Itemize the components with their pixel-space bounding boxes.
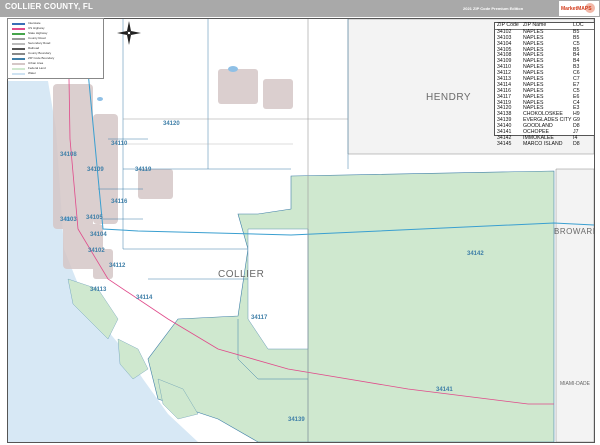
us-highway-line-icon <box>12 28 25 30</box>
legend-item-label: County Boundary <box>28 51 52 55</box>
hendry-county-label: HENDRY <box>426 92 472 103</box>
legend-item: Water <box>10 71 100 76</box>
zip-code-cell: 34145 <box>497 140 512 147</box>
legend-item: Urban Area <box>10 61 100 66</box>
legend-item: Railroad <box>10 46 100 51</box>
legend-item: County Road <box>10 36 100 41</box>
zip-label: 34114 <box>136 295 153 301</box>
zip-label: 34110 <box>111 141 128 147</box>
county-road-line-icon <box>12 38 25 40</box>
interstate-line-icon <box>12 23 25 25</box>
legend-item: Interstate <box>10 21 100 26</box>
zip-label: 34108 <box>60 152 77 158</box>
legend-item: ZIP Code Boundary <box>10 56 100 61</box>
zip-label: 34112 <box>109 263 126 269</box>
legend-item-label: ZIP Code Boundary <box>28 56 55 60</box>
legend-item: US Highway <box>10 26 100 31</box>
compass-rose-icon <box>117 21 141 45</box>
edition-label: 2021 ZIP Code Premium Edition <box>463 6 524 11</box>
broward-county-label: BROWARD <box>554 227 595 236</box>
brand-name: MarketMAPS <box>561 6 592 12</box>
legend-item: Secondary Road <box>10 41 100 46</box>
zip-label: 34141 <box>436 387 453 393</box>
zip-label: 34105 <box>86 215 103 221</box>
legend-item-label: Federal Land <box>28 66 46 70</box>
broward-county-area <box>555 168 594 442</box>
federal-land-swatch-icon <box>12 68 25 70</box>
miami-dade-county-label: MIAMI-DADE <box>560 381 590 387</box>
loc-column-header: LOC <box>573 22 584 28</box>
secondary-road-line-icon <box>12 43 25 45</box>
brand-logo: MarketMAPS <box>559 1 599 16</box>
legend-item-label: County Road <box>28 36 46 40</box>
legend-item: State Highway <box>10 31 100 36</box>
zip-table-row: 34145 MARCO ISLAND D8 <box>495 140 594 148</box>
county-boundary-line-icon <box>12 53 25 55</box>
legend-item-label: Railroad <box>28 46 40 50</box>
zip-boundary-line-icon <box>12 58 25 60</box>
legend-item-label: Water <box>28 71 36 75</box>
zip-name-cell: MARCO ISLAND <box>523 140 563 147</box>
zip-column-header: ZIP Code <box>497 22 519 28</box>
federal-land-area <box>147 170 555 442</box>
zip-label: 34109 <box>87 167 104 173</box>
name-column-header: ZIP Name <box>523 22 547 28</box>
legend-item-label: State Highway <box>28 31 48 35</box>
zip-label: 34102 <box>88 248 105 254</box>
zip-code-table: ZIP Code ZIP Name LOC 34102 NAPLES B5 34103… <box>494 22 595 147</box>
zip-label: 34119 <box>135 167 152 173</box>
zip-loc-cell: D8 <box>573 140 580 147</box>
zip-table-body: 34102 NAPLES B5 34103 NAPLES B5 34104 NAPLES C5 3… <box>495 29 594 148</box>
zip-label: 34116 <box>111 199 128 205</box>
zip-label: 34117 <box>251 315 268 321</box>
legend-item-label: Interstate <box>28 21 41 25</box>
zip-label: 34103 <box>60 217 77 223</box>
legend-item-label: Urban Area <box>28 61 44 65</box>
collier-inland-area <box>247 228 309 350</box>
railroad-line-icon <box>12 48 25 50</box>
zip-label: 34139 <box>288 417 305 423</box>
legend-item-label: US Highway <box>28 26 45 30</box>
title-bar: COLLIER COUNTY, FL 2021 ZIP Code Premium… <box>0 0 600 17</box>
urban-area-swatch-icon <box>12 63 25 65</box>
zip-label: 34104 <box>90 232 107 238</box>
map-title: COLLIER COUNTY, FL <box>5 2 94 11</box>
water-swatch-icon <box>12 73 25 75</box>
legend-item: County Boundary <box>10 51 100 56</box>
zip-label: 34142 <box>467 251 484 257</box>
map-legend: Interstate US Highway State Highway County … <box>7 18 104 79</box>
legend-item-label: Secondary Road <box>28 41 51 45</box>
legend-item: Federal Land <box>10 66 100 71</box>
state-highway-line-icon <box>12 33 25 35</box>
zip-label: 34120 <box>163 121 180 127</box>
collier-county-label: COLLIER <box>218 269 265 280</box>
zip-label: 34113 <box>90 287 107 293</box>
